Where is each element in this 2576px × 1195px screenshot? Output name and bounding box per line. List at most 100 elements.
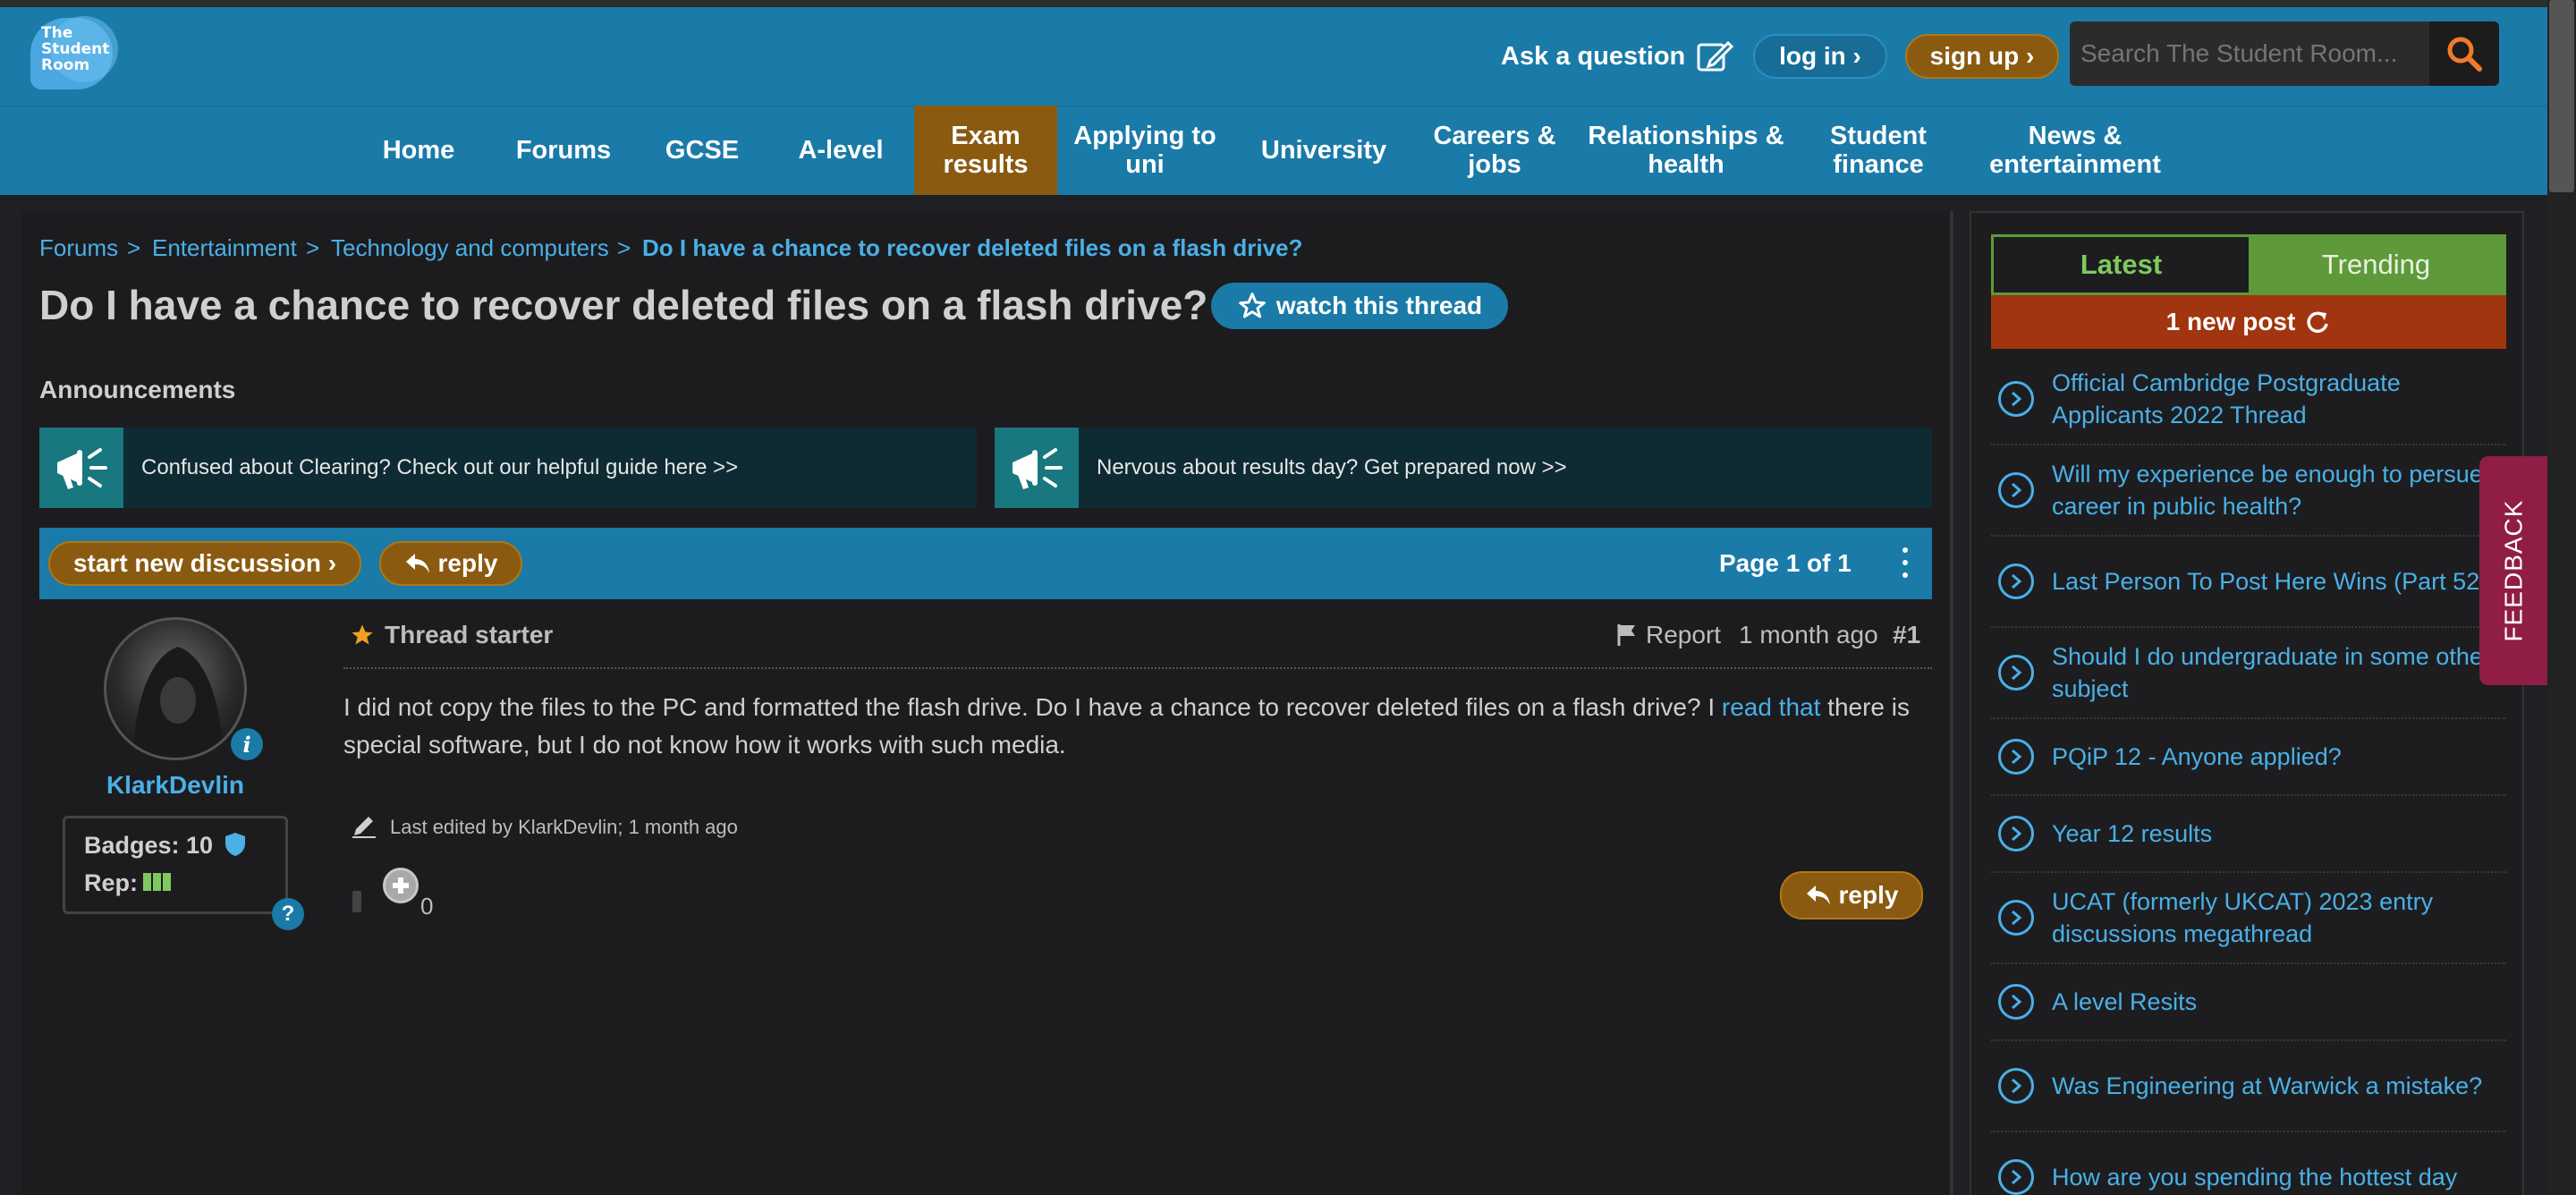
- search-button[interactable]: [2429, 21, 2499, 86]
- breadcrumb-current: Do I have a chance to recover deleted fi…: [642, 234, 1303, 261]
- signup-button[interactable]: sign up ›: [1905, 34, 2059, 79]
- window-top-edge: [0, 0, 2547, 7]
- list-item[interactable]: How are you spending the hottest day: [1991, 1132, 2506, 1195]
- list-item[interactable]: Should I do undergraduate in some other …: [1991, 628, 2506, 719]
- list-item[interactable]: Will my experience be enough to persue a…: [1991, 445, 2506, 537]
- breadcrumb-technology[interactable]: Technology and computers: [331, 234, 609, 262]
- reply-arrow-icon: [1806, 886, 1830, 905]
- announcement-clearing[interactable]: Confused about Clearing? Check out our h…: [39, 428, 977, 508]
- chevron-right-icon: [1998, 655, 2034, 691]
- reply-button-top[interactable]: reply: [379, 541, 522, 586]
- list-item-title: Should I do undergraduate in some other …: [2052, 643, 2491, 702]
- nav-home[interactable]: Home: [365, 106, 472, 195]
- breadcrumb-entertainment[interactable]: Entertainment: [152, 234, 297, 262]
- nav-student-finance[interactable]: Student finance: [1816, 106, 1941, 195]
- avatar[interactable]: [104, 617, 247, 760]
- chevron-right-icon: [1998, 564, 2034, 599]
- column-divider: [1950, 211, 1953, 1195]
- list-item-title: Year 12 results: [2052, 820, 2213, 847]
- report-link[interactable]: Report: [1615, 621, 1721, 649]
- star-outline-icon: [1239, 292, 1266, 318]
- list-item[interactable]: A level Resits: [1991, 964, 2506, 1041]
- thumbs-icon[interactable]: [352, 891, 361, 912]
- nav-gcse[interactable]: GCSE: [653, 106, 751, 195]
- chevron-right-icon: [1998, 816, 2034, 852]
- post-author-name[interactable]: KlarkDevlin: [63, 771, 288, 800]
- refresh-icon: [2307, 311, 2329, 333]
- list-item-title: A level Resits: [2052, 988, 2198, 1015]
- list-item[interactable]: Last Person To Post Here Wins (Part 52): [1991, 537, 2506, 628]
- announcement-results-day[interactable]: Nervous about results day? Get prepared …: [995, 428, 1932, 508]
- list-item-title: How are you spending the hottest day: [2052, 1164, 2458, 1191]
- chevron-right-icon: [1998, 739, 2034, 775]
- reputation: Rep:: [84, 869, 173, 897]
- list-item[interactable]: Year 12 results: [1991, 796, 2506, 873]
- reply-arrow-icon: [405, 554, 429, 573]
- reply-label: reply: [437, 549, 498, 577]
- nav-relationships-health[interactable]: Relationships & health: [1583, 106, 1789, 195]
- badges-label: Badges: 10: [84, 832, 214, 859]
- watch-thread-button[interactable]: watch this thread: [1211, 283, 1508, 329]
- page-indicator: Page 1 of 1: [1719, 549, 1852, 577]
- nav-exam-results[interactable]: Exam results: [914, 106, 1057, 195]
- more-options-icon[interactable]: [1898, 547, 1912, 578]
- ask-question-link[interactable]: Ask a question: [1501, 39, 1734, 73]
- reply-button-post[interactable]: reply: [1780, 871, 1923, 920]
- breadcrumb-forums[interactable]: Forums: [39, 234, 118, 262]
- search-icon: [2447, 37, 2482, 72]
- nav-university[interactable]: University: [1241, 106, 1406, 195]
- thread-starter-text: Thread starter: [385, 621, 554, 648]
- post-number[interactable]: #1: [1893, 621, 1920, 649]
- nav-a-level[interactable]: A-level: [778, 106, 903, 195]
- start-new-discussion-button[interactable]: start new discussion ›: [48, 541, 361, 586]
- chevron-right-icon: [1998, 900, 2034, 936]
- login-button[interactable]: log in ›: [1753, 34, 1887, 79]
- site-logo[interactable]: The Student Room: [30, 16, 118, 91]
- rep-label: Rep:: [84, 869, 138, 896]
- tab-trending[interactable]: Trending: [2249, 237, 2504, 292]
- latest-threads-list: Official Cambridge Postgraduate Applican…: [1991, 354, 2506, 1195]
- nav-forums[interactable]: Forums: [501, 106, 626, 195]
- user-stats-box: [63, 816, 288, 914]
- post-text: I did not copy the files to the PC and f…: [343, 693, 1722, 721]
- nav-applying-to-uni[interactable]: Applying to uni: [1073, 106, 1216, 195]
- search-input[interactable]: [2070, 21, 2429, 86]
- thread-starter-label: Thread starter: [349, 621, 553, 649]
- list-item-title: Last Person To Post Here Wins (Part 52): [2052, 568, 2488, 595]
- list-item-title: PQiP 12 - Anyone applied?: [2052, 743, 2342, 770]
- ask-question-label: Ask a question: [1501, 41, 1686, 71]
- new-post-banner[interactable]: 1 new post: [1991, 295, 2506, 349]
- help-icon[interactable]: ?: [272, 898, 304, 930]
- list-item-title: Was Engineering at Warwick a mistake?: [2052, 1072, 2483, 1099]
- list-item-title: UCAT (formerly UKCAT) 2023 entry discuss…: [2052, 888, 2434, 947]
- feedback-label: FEEDBACK: [2499, 499, 2527, 642]
- list-item[interactable]: UCAT (formerly UKCAT) 2023 entry discuss…: [1991, 873, 2506, 964]
- chevron-right-icon: [1998, 472, 2034, 508]
- nav-careers-jobs[interactable]: Careers & jobs: [1429, 106, 1560, 195]
- sidebar-tabs: Latest Trending: [1991, 234, 2506, 295]
- page-title: Do I have a chance to recover deleted fi…: [39, 282, 1208, 328]
- last-edited-note: Last edited by KlarkDevlin; 1 month ago: [390, 816, 738, 838]
- list-item[interactable]: Official Cambridge Postgraduate Applican…: [1991, 354, 2506, 445]
- post-body: I did not copy the files to the PC and f…: [343, 689, 1927, 764]
- megaphone-icon: [995, 428, 1079, 508]
- announcement-text: Confused about Clearing? Check out our h…: [141, 455, 739, 479]
- upvote-icon[interactable]: [383, 868, 419, 903]
- list-item[interactable]: Was Engineering at Warwick a mistake?: [1991, 1041, 2506, 1132]
- list-item[interactable]: PQiP 12 - Anyone applied?: [1991, 719, 2506, 796]
- chevron-right-icon: [1998, 1068, 2034, 1104]
- scrollbar-thumb[interactable]: [2549, 0, 2574, 192]
- rep-bars: [143, 869, 173, 897]
- chevron-right-icon: [1998, 381, 2034, 417]
- user-info-icon[interactable]: i: [231, 728, 263, 760]
- flag-icon: [1617, 624, 1635, 646]
- tab-latest[interactable]: Latest: [1994, 237, 2249, 292]
- shield-icon: [225, 833, 245, 856]
- post-time: 1 month ago: [1739, 621, 1878, 648]
- read-that-link[interactable]: read that: [1722, 693, 1821, 721]
- nav-news-entertainment[interactable]: News & entertainment: [1968, 106, 2182, 195]
- feedback-tab[interactable]: FEEDBACK: [2479, 456, 2547, 685]
- list-item-title: Official Cambridge Postgraduate Applican…: [2052, 369, 2401, 428]
- announcement-text: Nervous about results day? Get prepared …: [1097, 455, 1567, 479]
- list-item-title: Will my experience be enough to persue a…: [2052, 461, 2504, 520]
